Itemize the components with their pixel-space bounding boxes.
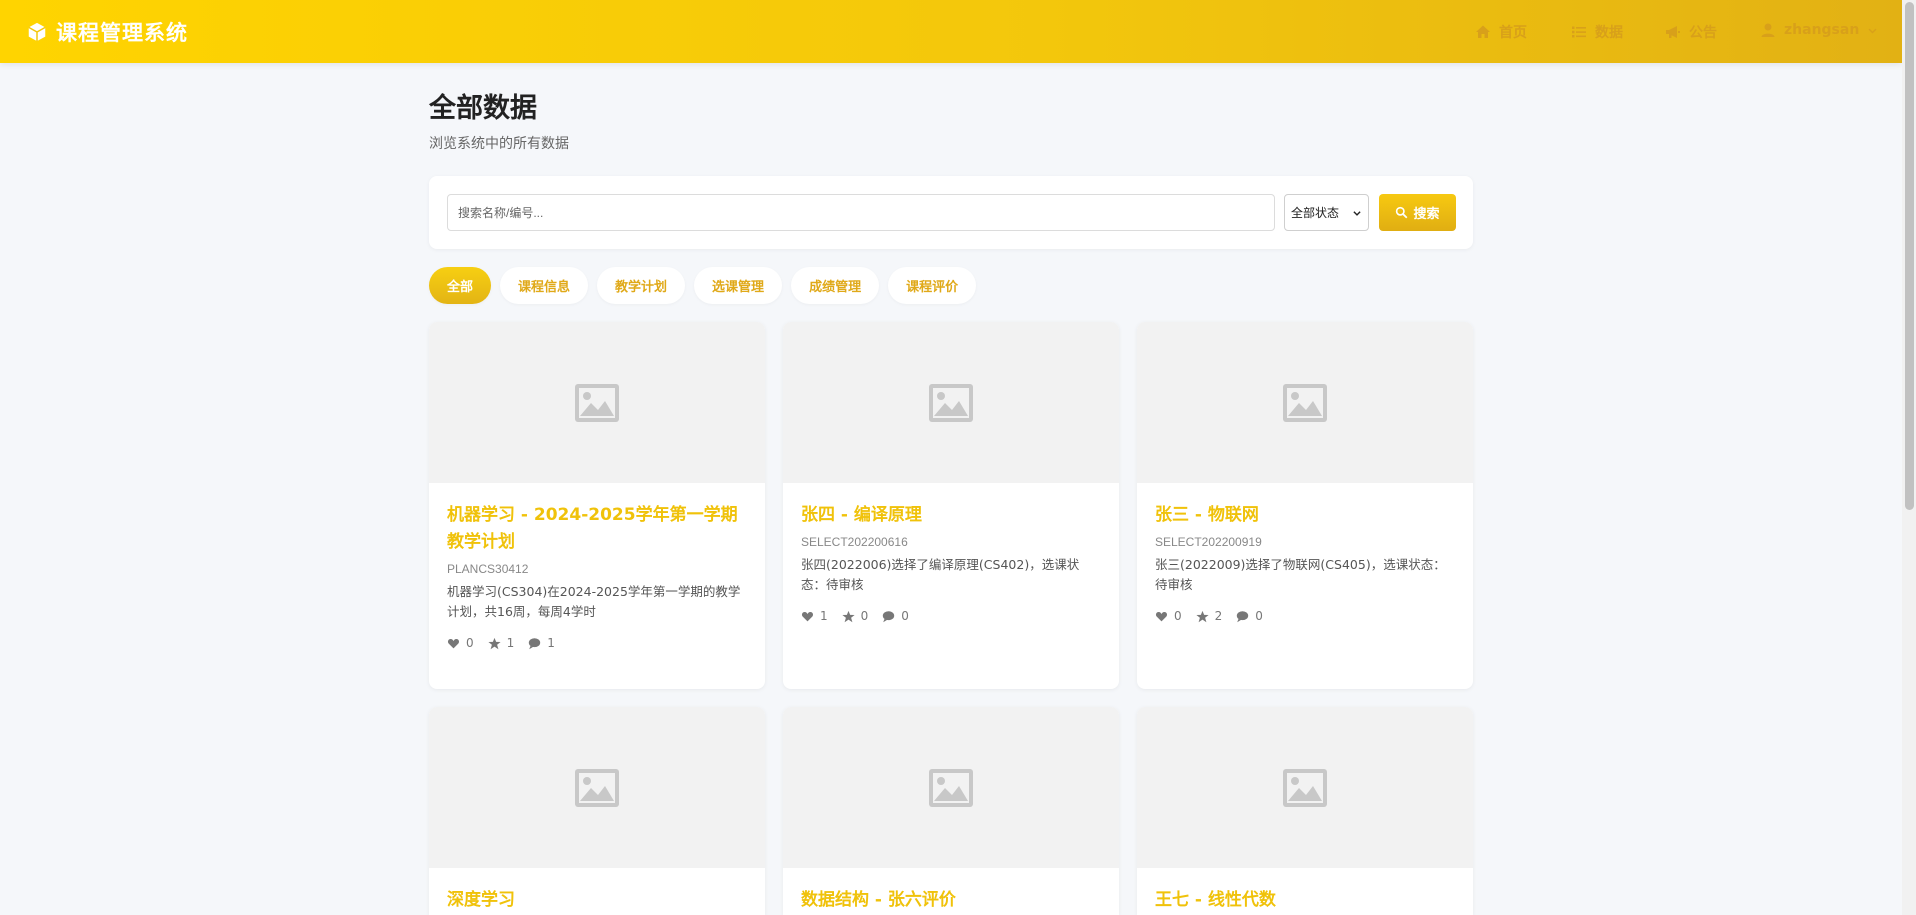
- comment-count-value: 0: [901, 609, 909, 623]
- like-count[interactable]: 0: [1155, 609, 1182, 623]
- heart-icon: [1155, 611, 1168, 621]
- comment-count-value: 0: [1255, 609, 1263, 623]
- card-title[interactable]: 机器学习 - 2024-2025学年第一学期教学计划: [447, 502, 747, 556]
- cube-icon: [28, 22, 46, 42]
- nav-notice[interactable]: 公告: [1665, 22, 1717, 42]
- comment-icon: [1237, 610, 1249, 622]
- scrollbar-thumb[interactable]: [1905, 2, 1914, 510]
- filter-course-selection[interactable]: 选课管理: [694, 267, 783, 304]
- comment-count-value: 1: [547, 636, 555, 650]
- card-description: 机器学习(CS304)在2024-2025学年第一学期的教学计划，共16周，每周…: [447, 584, 741, 619]
- nav-data[interactable]: 数据: [1571, 22, 1623, 42]
- card-code: SELECT202200616: [801, 535, 908, 549]
- user-menu[interactable]: zhangsan: [1760, 22, 1878, 38]
- star-count[interactable]: 1: [488, 636, 515, 650]
- heart-icon: [447, 638, 460, 648]
- star-count-value: 0: [860, 609, 869, 623]
- nav-home[interactable]: 首页: [1475, 22, 1527, 42]
- card-title[interactable]: 深度学习: [447, 887, 747, 914]
- search-button[interactable]: 搜索: [1379, 194, 1456, 231]
- comment-icon: [883, 610, 895, 622]
- filter-course-info[interactable]: 课程信息: [500, 267, 589, 304]
- page-subtitle: 浏览系统中的所有数据: [429, 136, 569, 152]
- star-count[interactable]: 2: [1196, 609, 1223, 623]
- comment-count[interactable]: 0: [882, 609, 909, 623]
- star-count-value: 1: [506, 636, 515, 650]
- card-thumbnail: [429, 322, 765, 483]
- comment-icon: [529, 637, 541, 649]
- star-count-value: 2: [1214, 609, 1223, 623]
- top-navbar: 课程管理系统 首页 数据 公告 zhangsan: [0, 0, 1902, 63]
- card-code: PLANCS30412: [447, 562, 529, 576]
- nav-home-label: 首页: [1499, 25, 1527, 41]
- card-thumbnail: [429, 707, 765, 868]
- like-count[interactable]: 0: [447, 636, 474, 650]
- card-title[interactable]: 张三 - 物联网: [1155, 502, 1455, 529]
- card-stats: 0 2 0: [1155, 609, 1455, 623]
- image-placeholder-icon: [575, 768, 619, 807]
- status-select-value: 全部状态: [1291, 206, 1340, 220]
- nav-data-label: 数据: [1595, 25, 1623, 41]
- data-card[interactable]: 张三 - 物联网 SELECT202200919 张三(2022009)选择了物…: [1137, 322, 1473, 689]
- user-icon: [1761, 23, 1775, 37]
- search-button-label: 搜索: [1413, 207, 1440, 222]
- star-icon: [488, 637, 501, 649]
- filter-teaching-plan[interactable]: 教学计划: [597, 267, 686, 304]
- card-thumbnail: [783, 322, 1119, 483]
- search-panel: 全部状态 搜索: [429, 176, 1473, 249]
- data-card[interactable]: 深度学习: [429, 707, 765, 915]
- username: zhangsan: [1784, 22, 1860, 38]
- brand-logo[interactable]: 课程管理系统: [26, 17, 188, 47]
- chevron-down-icon: [1353, 210, 1361, 216]
- card-title[interactable]: 王七 - 线性代数: [1155, 887, 1455, 914]
- category-filter: 全部 课程信息 教学计划 选课管理 成绩管理 课程评价: [429, 267, 977, 304]
- image-placeholder-icon: [1283, 383, 1327, 422]
- comment-count[interactable]: 0: [1236, 609, 1263, 623]
- card-thumbnail: [783, 707, 1119, 868]
- card-thumbnail: [1137, 322, 1473, 483]
- star-icon: [1196, 610, 1209, 622]
- data-card[interactable]: 张四 - 编译原理 SELECT202200616 张四(2022006)选择了…: [783, 322, 1119, 689]
- heart-icon: [801, 611, 814, 621]
- comment-count[interactable]: 1: [528, 636, 555, 650]
- data-card[interactable]: 机器学习 - 2024-2025学年第一学期教学计划 PLANCS30412 机…: [429, 322, 765, 689]
- card-description: 张三(2022009)选择了物联网(CS405)，选课状态：待审核: [1155, 557, 1446, 592]
- filter-all[interactable]: 全部: [429, 267, 492, 304]
- image-placeholder-icon: [929, 768, 973, 807]
- image-placeholder-icon: [1283, 768, 1327, 807]
- search-icon: [1396, 206, 1408, 219]
- card-description: 张四(2022006)选择了编译原理(CS402)，选课状态：待审核: [801, 557, 1080, 592]
- card-code: SELECT202200919: [1155, 535, 1262, 549]
- filter-course-evaluation[interactable]: 课程评价: [888, 267, 977, 304]
- home-icon: [1476, 25, 1490, 38]
- star-count[interactable]: 0: [842, 609, 869, 623]
- card-stats: 1 0 0: [801, 609, 1101, 623]
- card-stats: 0 1 1: [447, 636, 747, 650]
- search-input[interactable]: [447, 194, 1275, 231]
- data-card[interactable]: 数据结构 - 张六评价: [783, 707, 1119, 915]
- list-icon: [1572, 26, 1586, 38]
- image-placeholder-icon: [575, 383, 619, 422]
- chevron-down-icon: [1868, 28, 1877, 34]
- like-count-value: 0: [1174, 609, 1182, 623]
- card-title[interactable]: 张四 - 编译原理: [801, 502, 1101, 529]
- page-title: 全部数据: [429, 93, 537, 124]
- like-count-value: 0: [466, 636, 474, 650]
- like-count[interactable]: 1: [801, 609, 828, 623]
- megaphone-icon: [1666, 26, 1680, 38]
- card-title[interactable]: 数据结构 - 张六评价: [801, 887, 1101, 914]
- brand-title: 课程管理系统: [56, 21, 188, 45]
- card-thumbnail: [1137, 707, 1473, 868]
- star-icon: [842, 610, 855, 622]
- filter-grade-management[interactable]: 成绩管理: [791, 267, 880, 304]
- like-count-value: 1: [820, 609, 828, 623]
- nav-notice-label: 公告: [1689, 25, 1717, 41]
- image-placeholder-icon: [929, 383, 973, 422]
- data-card[interactable]: 王七 - 线性代数: [1137, 707, 1473, 915]
- status-select[interactable]: 全部状态: [1284, 194, 1369, 231]
